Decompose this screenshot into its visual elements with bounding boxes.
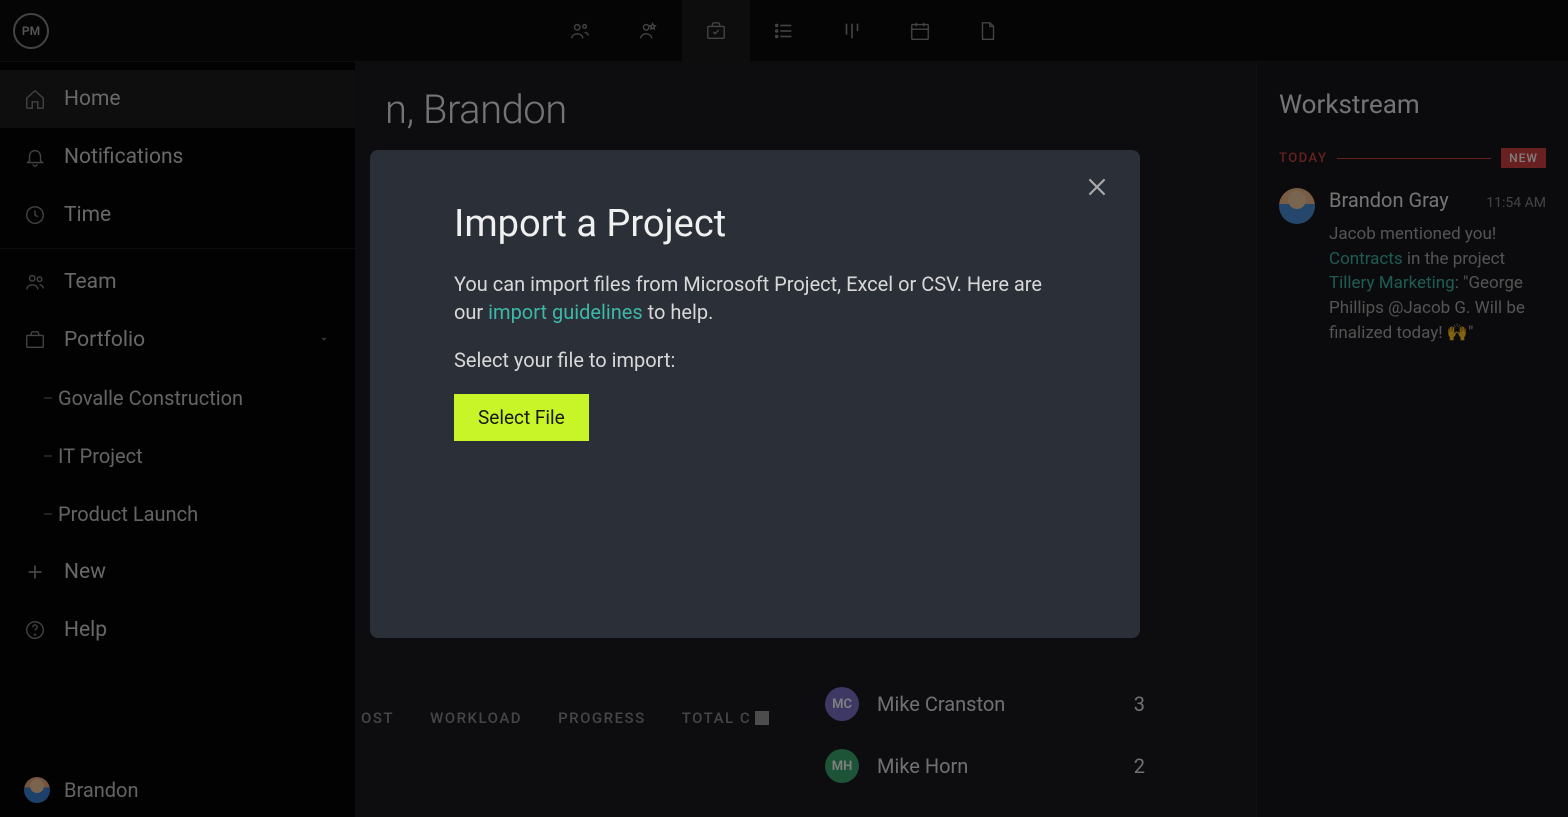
select-file-button[interactable]: Select File <box>454 394 589 441</box>
import-guidelines-link[interactable]: import guidelines <box>488 300 643 324</box>
import-project-modal: Import a Project You can import files fr… <box>370 150 1140 638</box>
modal-title: Import a Project <box>454 202 1056 246</box>
modal-select-label: Select your file to import: <box>454 346 1056 374</box>
modal-description: You can import files from Microsoft Proj… <box>454 270 1056 326</box>
close-icon[interactable] <box>1082 172 1112 202</box>
